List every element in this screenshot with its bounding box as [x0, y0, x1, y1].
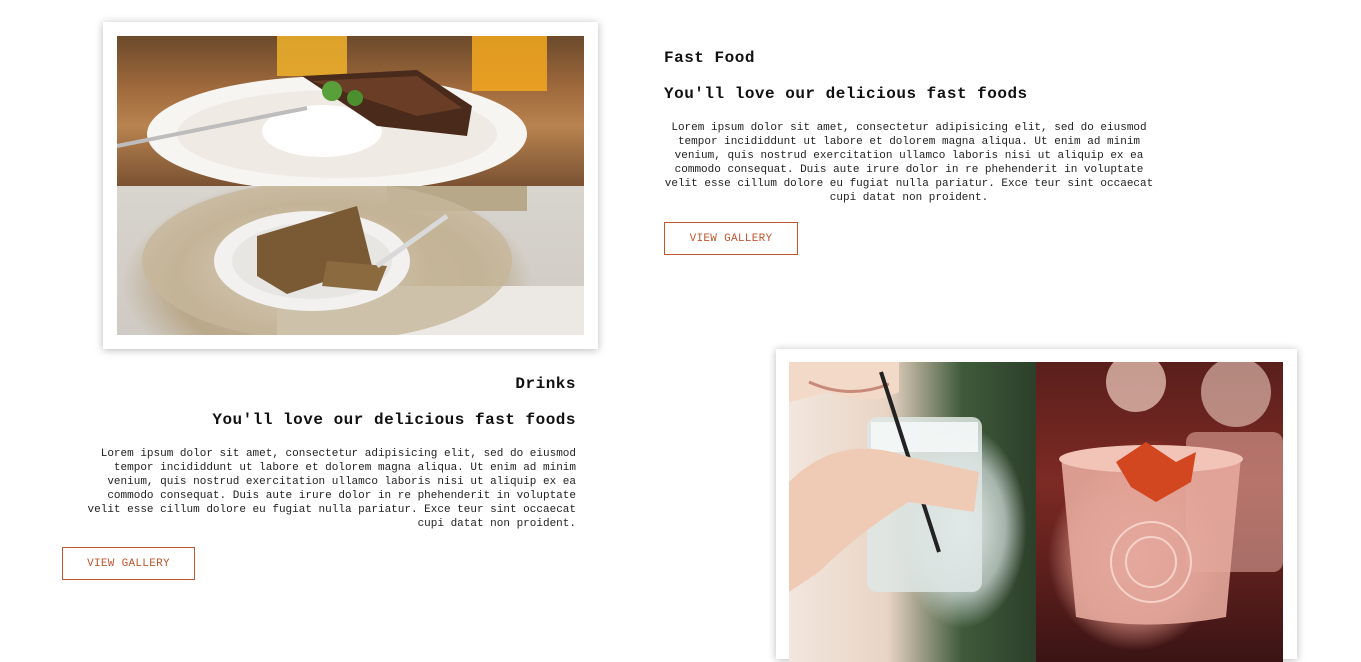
fast-food-view-gallery-button[interactable]: VIEW GALLERY — [664, 222, 798, 255]
fast-food-description: Lorem ipsum dolor sit amet, consectetur … — [664, 122, 1154, 204]
fast-food-subtitle: You'll love our delicious fast foods — [664, 85, 1028, 103]
fast-food-title: Fast Food — [664, 49, 755, 67]
drinks-title: Drinks — [515, 375, 576, 393]
drinks-description: Lorem ipsum dolor sit amet, consectetur … — [87, 448, 576, 530]
drinks-view-gallery-button[interactable]: VIEW GALLERY — [62, 547, 195, 580]
dessert-plate-photo — [117, 36, 584, 186]
cake-slice-photo — [117, 186, 584, 335]
drinks-photo-frame — [776, 349, 1297, 662]
fast-food-photo-frame — [103, 22, 598, 349]
cocktail-glass-photo — [1036, 362, 1283, 662]
woman-drinking-photo — [789, 362, 1036, 662]
drinks-subtitle: You'll love our delicious fast foods — [212, 411, 576, 429]
